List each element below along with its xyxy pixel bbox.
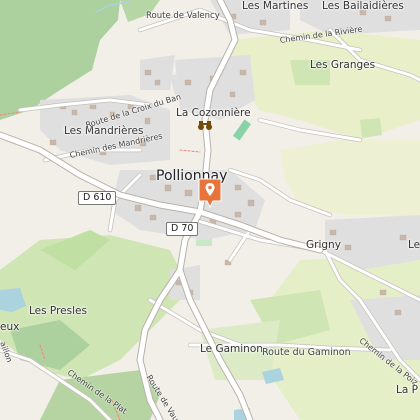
place-label-les-martines: Les Martines: [242, 0, 309, 12]
map-view[interactable]: Les Martines Les Bailaidières Les Grange…: [0, 0, 420, 420]
place-label-eux-cut: eux: [0, 321, 20, 333]
road-label-route-du-gaminon: Route du Gaminon: [262, 347, 351, 358]
place-label-la-p-cut: La P: [396, 384, 418, 396]
meadow-area: [360, 118, 382, 138]
road-shield-d70: D 70: [166, 222, 199, 237]
place-label-les-bailaidieres: Les Bailaidières: [322, 0, 404, 12]
place-label-les-granges: Les Granges: [310, 59, 376, 71]
place-label-la-cozonniere: La Cozonnière: [176, 107, 251, 119]
road-shield-d610: D 610: [78, 191, 117, 206]
place-label-les-mandrieres: Les Mandrières: [64, 125, 144, 137]
place-label-le-cut: Le: [408, 239, 420, 251]
place-label-le-gaminon: Le Gaminon: [200, 343, 263, 355]
place-label-les-presles: Les Presles: [29, 305, 87, 317]
place-label-grigny: Grigny: [306, 239, 341, 251]
road-label-route-de-valency: Route de Valency: [146, 11, 220, 21]
